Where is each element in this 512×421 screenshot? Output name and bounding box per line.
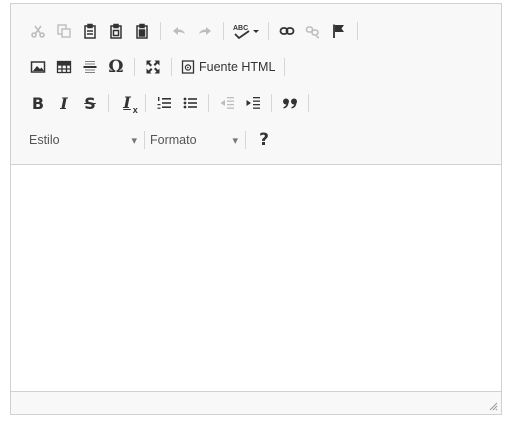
help-button[interactable]: ? xyxy=(251,127,277,153)
outdent-button[interactable] xyxy=(214,90,240,116)
spellcheck-button[interactable]: ABC xyxy=(229,18,263,44)
toolbar-separator xyxy=(308,94,309,112)
italic-icon: I xyxy=(60,93,68,113)
toolbar-separator xyxy=(223,22,224,40)
toolbar-separator xyxy=(145,94,146,112)
toolbar-separator xyxy=(144,131,145,149)
format-dropdown-label: Formato xyxy=(150,133,197,147)
bulleted-list-button[interactable] xyxy=(177,90,203,116)
toolbar-separator xyxy=(271,94,272,112)
toolbar-separator xyxy=(134,58,135,76)
blockquote-button[interactable] xyxy=(277,90,303,116)
table-button[interactable] xyxy=(51,54,77,80)
maximize-icon xyxy=(145,59,161,75)
cut-icon xyxy=(30,23,46,39)
copy-button[interactable] xyxy=(51,18,77,44)
anchor-flag-icon xyxy=(331,23,347,39)
toolbar-row-clipboard: ABC xyxy=(25,18,363,44)
spellcheck-label: ABC xyxy=(233,25,248,32)
link-button[interactable] xyxy=(274,18,300,44)
source-button[interactable]: Fuente HTML xyxy=(177,54,279,80)
bulleted-list-icon xyxy=(182,95,198,111)
toolbar-separator xyxy=(171,58,172,76)
unlink-button[interactable] xyxy=(300,18,326,44)
style-dropdown[interactable]: Estilo ▾ xyxy=(29,128,139,152)
rich-text-editor: ABC Ω Fuente HTML B I S I x Estilo ▾ For… xyxy=(10,3,502,415)
source-icon xyxy=(181,60,195,74)
paste-from-word-button[interactable] xyxy=(129,18,155,44)
maximize-button[interactable] xyxy=(140,54,166,80)
resize-grip-icon[interactable] xyxy=(489,402,498,411)
horizontal-line-icon xyxy=(82,59,98,75)
blockquote-icon xyxy=(281,95,299,111)
editor-content-area[interactable] xyxy=(11,165,501,392)
format-dropdown[interactable]: Formato ▾ xyxy=(150,128,240,152)
indent-icon xyxy=(245,95,261,111)
copy-icon xyxy=(56,23,72,39)
undo-icon xyxy=(171,23,187,39)
image-button[interactable] xyxy=(25,54,51,80)
spellcheck-icon: ABC xyxy=(231,22,261,40)
toolbar-separator xyxy=(208,94,209,112)
indent-button[interactable] xyxy=(240,90,266,116)
style-dropdown-label: Estilo xyxy=(29,133,60,147)
toolbar-separator xyxy=(268,22,269,40)
undo-button[interactable] xyxy=(166,18,192,44)
editor-status-bar xyxy=(11,391,501,414)
bold-icon: B xyxy=(31,93,45,113)
paste-text-button[interactable] xyxy=(103,18,129,44)
outdent-icon xyxy=(219,95,235,111)
paste-from-word-icon xyxy=(134,23,150,39)
toolbar-separator xyxy=(245,131,246,149)
toolbar-separator xyxy=(284,58,286,76)
italic-button[interactable]: I xyxy=(51,90,77,116)
table-icon xyxy=(56,59,72,75)
anchor-button[interactable] xyxy=(326,18,352,44)
help-icon: ? xyxy=(259,130,269,150)
unlink-icon xyxy=(305,23,321,39)
chevron-down-icon: ▾ xyxy=(232,134,238,147)
bold-button[interactable]: B xyxy=(25,90,51,116)
redo-button[interactable] xyxy=(192,18,218,44)
horizontal-line-button[interactable] xyxy=(77,54,103,80)
special-char-button[interactable]: Ω xyxy=(103,54,129,80)
strike-icon: S xyxy=(84,93,96,113)
source-button-label: Fuente HTML xyxy=(199,60,276,74)
remove-format-icon: Ix xyxy=(123,93,138,115)
editor-toolbar: ABC Ω Fuente HTML B I S I x Estilo ▾ For… xyxy=(11,4,501,165)
paste-text-icon xyxy=(108,23,124,39)
link-icon xyxy=(279,23,295,39)
toolbar-row-styles: Estilo ▾ Formato ▾ ? xyxy=(29,127,277,153)
remove-format-button[interactable]: Ix xyxy=(114,90,140,116)
strike-button[interactable]: S xyxy=(77,90,103,116)
image-icon xyxy=(30,59,46,75)
cut-button[interactable] xyxy=(25,18,51,44)
toolbar-row-formatting: B I S Ix xyxy=(25,90,314,116)
paste-icon xyxy=(82,23,98,39)
redo-icon xyxy=(197,23,213,39)
chevron-down-icon: ▾ xyxy=(131,134,137,147)
toolbar-separator xyxy=(160,22,161,40)
toolbar-separator xyxy=(108,94,109,112)
special-char-icon: Ω xyxy=(108,57,124,77)
numbered-list-button[interactable] xyxy=(151,90,177,116)
numbered-list-icon xyxy=(156,95,172,111)
toolbar-separator xyxy=(357,22,358,40)
paste-button[interactable] xyxy=(77,18,103,44)
toolbar-row-insert: Ω Fuente HTML xyxy=(25,54,290,80)
